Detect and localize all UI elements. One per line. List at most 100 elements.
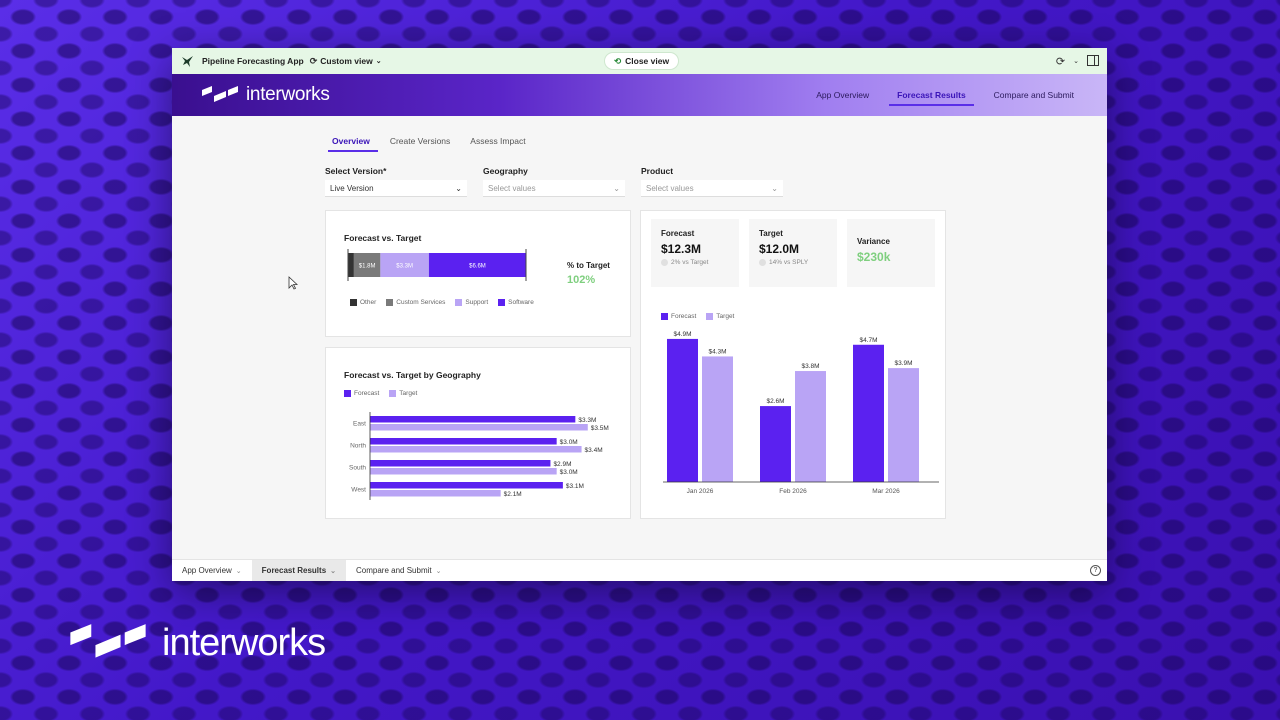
segment-legend: Other Custom Services Support Software [350,299,534,306]
geo-bar [370,482,563,489]
legend-swatch [344,390,351,397]
chevron-down-icon: ⌄ [235,567,242,575]
chevron-down-icon[interactable]: ⌄ [1073,57,1079,65]
view-icon: ⟳ [309,55,318,66]
geo-bar [370,446,582,453]
month-bar-label: $3.8M [801,363,819,370]
kpi-target-sub: 14% vs SPLY [759,259,827,266]
legend-swatch [389,390,397,397]
geo-bar [370,438,557,445]
nav-compare-and-submit[interactable]: Compare and Submit [980,74,1088,116]
tab-overview[interactable]: Overview [328,136,378,152]
panel-toggle-icon[interactable] [1087,54,1099,68]
category-label: East [353,421,366,428]
kpi-variance: Variance $230k [847,219,935,287]
legend-other: Other [350,299,376,306]
geography-select[interactable]: Select values ⌄ [483,180,625,197]
month-bar-label: $4.3M [708,348,726,355]
titlebar: Pipeline Forecasting App ⟳ Custom view ⌄… [172,48,1107,74]
geo-bar [370,416,576,423]
refresh-icon[interactable]: ⟳ [1056,55,1065,68]
close-view-icon: ⟲ [614,55,622,66]
geography-filter: Geography Select values ⌄ [483,166,625,197]
trend-icon [759,259,766,266]
category-label: South [349,465,366,472]
nav-app-overview[interactable]: App Overview [802,74,883,116]
subtabs: Overview Create Versions Assess Impact [328,136,542,152]
product-filter: Product Select values ⌄ [641,166,783,197]
chevron-down-icon: ⌄ [771,183,778,193]
custom-view-dropdown[interactable]: ⟳ Custom view ⌄ [310,56,382,67]
kpi-target-value: $12.0M [759,242,800,256]
geo-bar-label: $3.0M [560,439,578,446]
geography-filter-label: Geography [483,166,528,176]
app-logo-icon [180,54,194,68]
geography-bar-chart: East $3.3M$3.5MNorth $3.0M$3.4MSouth $2.9M$… [349,412,609,500]
app-window: Pipeline Forecasting App ⟳ Custom view ⌄… [172,48,1107,581]
monthly-legend: Forecast Target [661,313,734,320]
stacked-segment [348,253,354,277]
geo-bar-label: $3.5M [591,425,609,432]
geo-bar-label: $3.4M [585,447,603,454]
brand: interworks [200,84,330,106]
month-bar-label: $4.9M [673,331,691,338]
brand-name: interworks [246,84,330,105]
app-header: interworks App Overview Forecast Results… [172,74,1107,116]
version-select[interactable]: Live Version ⌄ [325,180,467,197]
kpi-variance-label: Variance [857,237,890,246]
month-bar [667,338,698,482]
segment-label: $1.8M [359,264,376,270]
month-bar-label: $3.9M [894,360,912,367]
kpi-forecast: Forecast $12.3M 2% vs Target [651,219,739,287]
legend-support: Support [455,299,488,306]
geo-bar [370,460,551,467]
close-view-button[interactable]: ⟲ Close view [604,52,680,70]
legend-swatch [706,313,714,320]
tab-create-versions[interactable]: Create Versions [386,136,458,152]
nav-forecast-results[interactable]: Forecast Results [883,74,980,116]
month-category-label: Jan 2026 [687,488,714,495]
tab-assess-impact[interactable]: Assess Impact [466,136,533,152]
forecast-vs-target-card: Forecast vs. Target $1.8M $3.3M $6.6M Othe… [325,210,631,337]
kpi-variance-value: $230k [857,250,891,264]
geo-bar-label: $2.1M [504,491,522,498]
help-icon[interactable]: ? [1090,565,1101,576]
footer-tab-compare-and-submit[interactable]: Compare and Submit ⌄ [346,560,451,582]
legend-forecast: Forecast [344,390,379,397]
interworks-logo-icon [70,624,146,658]
chevron-down-icon: ⌄ [613,183,620,193]
kpi-target: Target $12.0M 14% vs SPLY [749,219,837,287]
chevron-down-icon: ⌄ [330,567,337,575]
monthly-bar-chart: $4.9M $4.3M Jan 2026 $2.6M $3.8M Feb 2026 $4.7… [663,331,939,495]
filters: Select Version* Live Version ⌄ Geography… [325,166,783,197]
geography-legend: Forecast Target [344,390,417,397]
category-label: West [351,487,366,494]
geo-bar [370,424,588,431]
legend-target: Target [389,390,417,397]
chevron-down-icon: ⌄ [375,58,382,65]
main-content: Overview Create Versions Assess Impact S… [172,116,1107,558]
version-filter: Select Version* Live Version ⌄ [325,166,467,197]
footer-tab-app-overview[interactable]: App Overview ⌄ [172,560,252,582]
geo-bar-label: $3.0M [560,469,578,476]
month-bar [760,406,791,482]
geography-card: Forecast vs. Target by Geography Forecas… [325,347,631,519]
custom-view-label: Custom view [320,56,373,66]
geo-bar [370,468,557,475]
footer-tab-forecast-results[interactable]: Forecast Results ⌄ [251,559,347,581]
close-view-label: Close view [625,56,670,66]
product-select[interactable]: Select values ⌄ [641,180,783,197]
legend-custom-services: Custom Services [386,299,445,306]
chevron-down-icon: ⌄ [435,567,442,575]
chevron-down-icon: ⌄ [455,183,462,193]
month-bar [795,371,826,482]
category-label: North [350,443,366,450]
month-bar [888,368,919,482]
overlay-brand-name: interworks [162,621,326,664]
interworks-logo-icon [202,86,238,102]
stacked-bar-chart: $1.8M $3.3M $6.6M [347,249,527,281]
month-bar [702,356,733,482]
kpi-target-label: Target [759,229,783,238]
trend-icon [661,259,668,266]
segment-label: $3.3M [396,264,413,270]
